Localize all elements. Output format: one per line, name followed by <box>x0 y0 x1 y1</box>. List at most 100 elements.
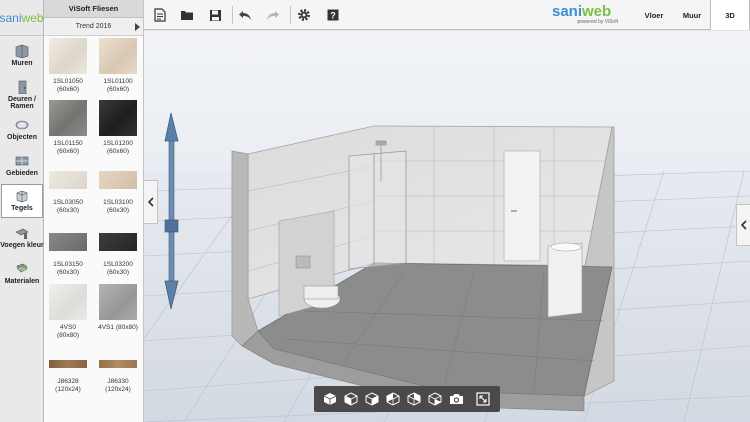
tile-catalog-panel: ViSoft Fliesen Trend 2016 1SL01050 (60x6… <box>44 0 144 422</box>
tile-size: (120x24) <box>105 386 131 393</box>
tile-item[interactable]: 1SL01100 (60x60) <box>99 38 137 94</box>
tile-swatch <box>49 360 87 368</box>
view-button-3d[interactable]: 3D <box>710 0 750 30</box>
tile-code: 1SL01050 <box>53 78 83 85</box>
toolbar-divider <box>290 6 291 24</box>
left-sidebar: sani web Muren Deuren / Ramen Objecten Ge… <box>0 0 44 422</box>
chevron-left-icon <box>740 220 747 230</box>
tile-size: (60x30) <box>106 269 130 276</box>
sidebar-item-label: Muren <box>11 60 33 67</box>
tile-item[interactable]: 1SL03150 (60x30) <box>49 233 87 277</box>
sidebar-item-doors-windows[interactable]: Deuren / Ramen <box>0 76 44 114</box>
tile-item[interactable]: 1SL03200 (60x30) <box>99 233 137 277</box>
tile-code: 1SL01100 <box>103 78 133 85</box>
tile-size: (60x30) <box>106 207 130 214</box>
tiles-icon <box>16 190 28 203</box>
tile-swatch <box>99 284 137 320</box>
sidebar-item-tiles[interactable]: Tegels <box>1 184 43 218</box>
view-cube-right-icon[interactable] <box>385 391 401 407</box>
sidebar-item-label: Deuren / Ramen <box>7 96 36 110</box>
3d-viewport[interactable] <box>144 31 750 422</box>
tile-size: (60x30) <box>56 269 80 276</box>
sidebar-item-walls[interactable]: Muren <box>0 40 44 78</box>
tile-size: (60x60) <box>106 148 130 155</box>
brand-logo: saniweb powered by ViSoft <box>552 4 618 26</box>
tile-label: 4VS0 (80x80) <box>49 324 87 340</box>
camera-icon[interactable] <box>448 391 464 407</box>
view-button-wall[interactable]: Muur <box>674 0 710 30</box>
sidebar-item-label: Materialen <box>4 278 40 285</box>
3d-scene <box>144 112 750 422</box>
help-icon[interactable]: ? <box>325 7 341 23</box>
collection-selector[interactable]: Trend 2016 <box>44 18 143 36</box>
tile-item[interactable]: J86330 (120x24) <box>99 346 137 394</box>
tile-size: (80x80) <box>115 324 138 331</box>
view-button-floor[interactable]: Vloer <box>634 0 674 30</box>
settings-icon[interactable] <box>296 7 312 23</box>
fullscreen-icon[interactable] <box>475 391 491 407</box>
sidebar-item-areas[interactable]: Gebieden <box>0 150 44 188</box>
tile-item[interactable]: 1SL01050 (60x60) <box>49 38 87 94</box>
tile-swatch <box>49 38 87 74</box>
tile-swatch <box>49 171 87 189</box>
view-cube-iso-icon[interactable] <box>427 391 443 407</box>
expand-right-panel-button[interactable] <box>736 204 750 246</box>
view-cube-top-icon[interactable] <box>322 391 338 407</box>
sidebar-item-label: Gebieden <box>6 170 38 177</box>
view-cube-front-icon[interactable] <box>343 391 359 407</box>
new-document-icon[interactable] <box>152 7 168 23</box>
tile-code: J86330 <box>107 378 129 385</box>
tile-item[interactable]: 4VS1 (80x80) <box>96 284 140 332</box>
chevron-left-icon <box>147 197 154 207</box>
tile-size: (60x30) <box>56 207 80 214</box>
tile-swatch <box>99 360 137 368</box>
tile-swatch <box>99 233 137 251</box>
collapse-panel-button[interactable] <box>144 180 158 224</box>
panel-title: ViSoft Fliesen <box>44 0 143 18</box>
open-folder-icon[interactable] <box>179 7 195 23</box>
redo-icon[interactable] <box>265 7 281 23</box>
tile-swatch <box>99 171 137 189</box>
sidebar-item-label: Objecten <box>7 134 37 141</box>
tile-label: 4VS1 (80x80) <box>96 324 140 332</box>
view-toolbar <box>314 386 500 412</box>
view-cube-back-icon[interactable] <box>406 391 422 407</box>
tile-item[interactable]: J86328 (120x24) <box>49 346 87 394</box>
collection-name: Trend 2016 <box>75 23 112 30</box>
tile-swatch <box>49 284 87 320</box>
app-logo: sani web <box>0 0 44 36</box>
bathtub-icon <box>15 120 29 130</box>
toolbar-divider <box>232 6 233 24</box>
sidebar-item-label: Tegels <box>11 205 33 212</box>
tile-item[interactable]: 1SL03050 (60x30) <box>49 171 87 215</box>
tile-item[interactable]: 4VS0 (80x80) <box>49 284 87 340</box>
sidebar-item-materials[interactable]: Materialen <box>0 258 44 296</box>
tile-item[interactable]: 1SL01150 (60x60) <box>49 100 87 156</box>
tile-item[interactable]: 1SL03100 (60x30) <box>99 171 137 215</box>
save-icon[interactable] <box>207 7 223 23</box>
tile-code: 1SL01150 <box>53 140 83 147</box>
tile-item[interactable]: 1SL01200 (60x60) <box>99 100 137 156</box>
walls-icon <box>15 44 29 58</box>
tile-code: 1SL03100 <box>103 199 133 206</box>
chevron-right-icon <box>135 23 140 31</box>
sidebar-item-label: Voegen kleur <box>0 242 44 249</box>
svg-text:?: ? <box>330 11 336 21</box>
view-cube-left-icon[interactable] <box>364 391 380 407</box>
tile-code: J86328 <box>57 378 79 385</box>
zoom-in-arrow-icon[interactable] <box>164 112 179 142</box>
zoom-slider-handle[interactable] <box>164 219 179 233</box>
tile-swatch <box>99 100 137 136</box>
door-icon <box>18 80 27 94</box>
brand-accent: web <box>582 3 612 20</box>
brand-name: saniweb <box>552 4 618 19</box>
area-icon <box>15 156 29 166</box>
undo-icon[interactable] <box>237 7 253 23</box>
tile-swatch <box>49 100 87 136</box>
sidebar-item-grout-color[interactable]: Voegen kleur <box>0 222 44 260</box>
logo-main: sani <box>0 10 22 25</box>
top-toolbar: ? saniweb powered by ViSoft Vloer Muur 3… <box>144 0 750 30</box>
tile-size: (80x80) <box>56 332 80 339</box>
sidebar-item-objects[interactable]: Objecten <box>0 114 44 152</box>
grout-icon <box>15 228 29 239</box>
